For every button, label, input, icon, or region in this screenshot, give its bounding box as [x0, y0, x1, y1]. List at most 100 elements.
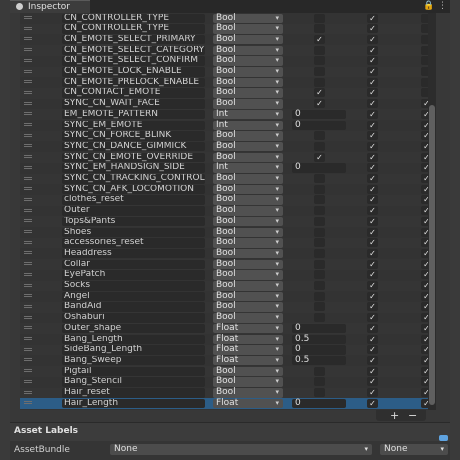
parameter-row[interactable]: SYNC_CN_WAIT_FACE Bool ▾ ✓ ✓ ✓	[20, 98, 428, 110]
parameter-row[interactable]: Collar Bool ▾ ✓ ✓	[20, 259, 428, 270]
saved-checkbox[interactable]: ✓	[367, 291, 378, 301]
parameter-name-field[interactable]: Tops&Pants	[62, 216, 205, 227]
drag-handle-icon[interactable]	[24, 401, 32, 403]
synced-checkbox[interactable]: ✓	[421, 163, 428, 173]
parameter-name-field[interactable]: SYNC_CN_TRACKING_CONTROL	[62, 174, 205, 184]
default-value-field[interactable]: 0	[292, 345, 346, 355]
parameter-type-dropdown[interactable]: Bool ▾	[213, 13, 283, 23]
add-parameter-button[interactable]: +	[390, 409, 399, 422]
saved-checkbox[interactable]: ✓	[367, 99, 378, 109]
drag-handle-icon[interactable]	[24, 283, 32, 285]
drag-handle-icon[interactable]	[24, 16, 32, 17]
synced-checkbox[interactable]: ✓	[421, 120, 428, 130]
parameter-row[interactable]: CN_EMOTE_LOCK_ENABLE Bool ▾ ✓	[20, 66, 428, 78]
parameter-type-dropdown[interactable]: Bool ▾	[213, 141, 283, 152]
saved-checkbox[interactable]: ✓	[367, 152, 378, 162]
parameter-name-field[interactable]: CN_CONTROLLER_TYPE	[62, 24, 205, 34]
default-value-field[interactable]: 0.5	[292, 334, 346, 344]
parameter-type-dropdown[interactable]: Bool ▾	[213, 302, 283, 312]
parameter-name-field[interactable]: SYNC_CN_FORCE_BLINK	[62, 131, 205, 141]
default-value-field[interactable]: 0.5	[292, 355, 346, 366]
synced-checkbox[interactable]: ✓	[421, 345, 428, 355]
saved-checkbox[interactable]: ✓	[367, 24, 378, 34]
default-value-checkbox[interactable]	[314, 45, 325, 55]
default-value-checkbox[interactable]	[314, 302, 325, 312]
saved-checkbox[interactable]: ✓	[367, 120, 378, 130]
parameter-name-field[interactable]: Headdress	[62, 248, 205, 259]
parameter-row[interactable]: Bang_Sweep Float ▾ 0.5 ✓ ✓	[20, 355, 428, 366]
synced-checkbox[interactable]: ✓	[421, 184, 428, 194]
kebab-menu-icon[interactable]: ⋮	[438, 1, 447, 11]
parameter-type-dropdown[interactable]: Float ▾	[213, 355, 283, 366]
default-value-checkbox[interactable]	[314, 388, 325, 397]
parameter-row[interactable]: SYNC_CN_AFK_LOCOMOTION Bool ▾ ✓ ✓	[20, 184, 428, 195]
parameter-row[interactable]: SYNC_CN_DANCE_GIMMICK Bool ▾ ✓ ✓	[20, 141, 428, 152]
parameter-name-field[interactable]: SYNC_EM_HANDSIGN_SIDE	[62, 163, 205, 173]
drag-handle-icon[interactable]	[24, 144, 32, 146]
synced-checkbox[interactable]: ✓	[421, 206, 428, 216]
parameter-name-field[interactable]: Oshaburi	[62, 313, 205, 323]
drag-handle-icon[interactable]	[24, 315, 32, 317]
default-value-checkbox[interactable]	[314, 206, 325, 216]
parameter-row[interactable]: SYNC_EM_EMOTE Int ▾ 0 ✓ ✓	[20, 120, 428, 131]
parameter-name-field[interactable]: clothes_reset	[62, 195, 205, 205]
parameter-type-dropdown[interactable]: Bool ▾	[213, 130, 283, 141]
parameter-type-dropdown[interactable]: Bool ▾	[213, 98, 283, 109]
saved-checkbox[interactable]: ✓	[367, 131, 378, 141]
parameter-type-dropdown[interactable]: Bool ▾	[213, 291, 283, 302]
synced-checkbox[interactable]: ✓	[421, 323, 428, 333]
drag-handle-icon[interactable]	[24, 379, 32, 381]
default-value-checkbox[interactable]	[314, 248, 325, 258]
drag-handle-icon[interactable]	[24, 58, 32, 60]
drag-handle-icon[interactable]	[24, 48, 32, 50]
default-value-checkbox[interactable]	[314, 24, 325, 34]
parameter-name-field[interactable]: SYNC_CN_DANCE_GIMMICK	[62, 141, 205, 152]
synced-checkbox[interactable]: ✓	[421, 195, 428, 205]
parameter-name-field[interactable]: Angel	[62, 291, 205, 302]
drag-handle-icon[interactable]	[24, 90, 32, 92]
drag-handle-icon[interactable]	[24, 37, 32, 39]
parameter-type-dropdown[interactable]: Bool ▾	[213, 34, 283, 45]
synced-checkbox[interactable]: ✓	[421, 366, 428, 376]
drag-handle-icon[interactable]	[24, 187, 32, 189]
saved-checkbox[interactable]: ✓	[367, 355, 378, 365]
parameter-row[interactable]: Hair_Length Float ▾ 0 ✓ ✓	[20, 398, 428, 409]
parameter-row[interactable]: CN_EMOTE_SELECT_CATEGORY Bool ▾ ✓	[20, 45, 428, 56]
default-value-checkbox[interactable]	[314, 131, 325, 141]
saved-checkbox[interactable]: ✓	[367, 388, 378, 397]
default-value-checkbox[interactable]	[314, 281, 325, 290]
drag-handle-icon[interactable]	[24, 165, 32, 167]
parameter-name-field[interactable]: Hair_reset	[62, 388, 205, 398]
parameter-row[interactable]: Socks Bool ▾ ✓ ✓	[20, 280, 428, 292]
synced-checkbox[interactable]: ✓	[421, 302, 428, 312]
parameter-row[interactable]: Pigtail Bool ▾ ✓ ✓	[20, 366, 428, 377]
asset-bundle-variant-dropdown[interactable]: None ▾	[380, 444, 448, 455]
parameter-type-dropdown[interactable]: Bool ▾	[213, 66, 283, 77]
saved-checkbox[interactable]: ✓	[367, 259, 378, 269]
saved-checkbox[interactable]: ✓	[367, 206, 378, 216]
saved-checkbox[interactable]: ✓	[367, 302, 378, 312]
default-value-checkbox[interactable]	[314, 270, 325, 280]
saved-checkbox[interactable]: ✓	[367, 13, 378, 23]
parameter-row[interactable]: Headdress Bool ▾ ✓ ✓	[20, 248, 428, 259]
default-value-field[interactable]: 0	[292, 163, 346, 173]
synced-checkbox[interactable]: ✓	[421, 291, 428, 301]
parameter-type-dropdown[interactable]: Bool ▾	[213, 248, 283, 259]
default-value-checkbox[interactable]: ✓	[314, 88, 325, 98]
synced-checkbox[interactable]: ✓	[421, 227, 428, 237]
saved-checkbox[interactable]: ✓	[367, 184, 378, 194]
saved-checkbox[interactable]: ✓	[367, 141, 378, 151]
synced-checkbox[interactable]: ✓	[421, 377, 428, 387]
parameter-name-field[interactable]: SYNC_CN_WAIT_FACE	[62, 99, 205, 109]
asset-labels-section[interactable]: Asset Labels	[10, 422, 450, 441]
parameter-name-field[interactable]: accessories_reset	[62, 238, 205, 248]
parameter-name-field[interactable]: EM_EMOTE_PATTERN	[62, 109, 205, 120]
parameter-type-dropdown[interactable]: Bool ▾	[213, 45, 283, 56]
drag-handle-icon[interactable]	[24, 358, 32, 360]
parameter-row[interactable]: EyePatch Bool ▾ ✓ ✓	[20, 270, 428, 281]
parameter-row[interactable]: Hair_reset Bool ▾ ✓ ✓	[20, 387, 428, 399]
default-value-field[interactable]: 0	[292, 109, 346, 120]
drag-handle-icon[interactable]	[24, 176, 32, 178]
parameter-type-dropdown[interactable]: Bool ▾	[213, 88, 283, 98]
drag-handle-icon[interactable]	[24, 112, 32, 114]
